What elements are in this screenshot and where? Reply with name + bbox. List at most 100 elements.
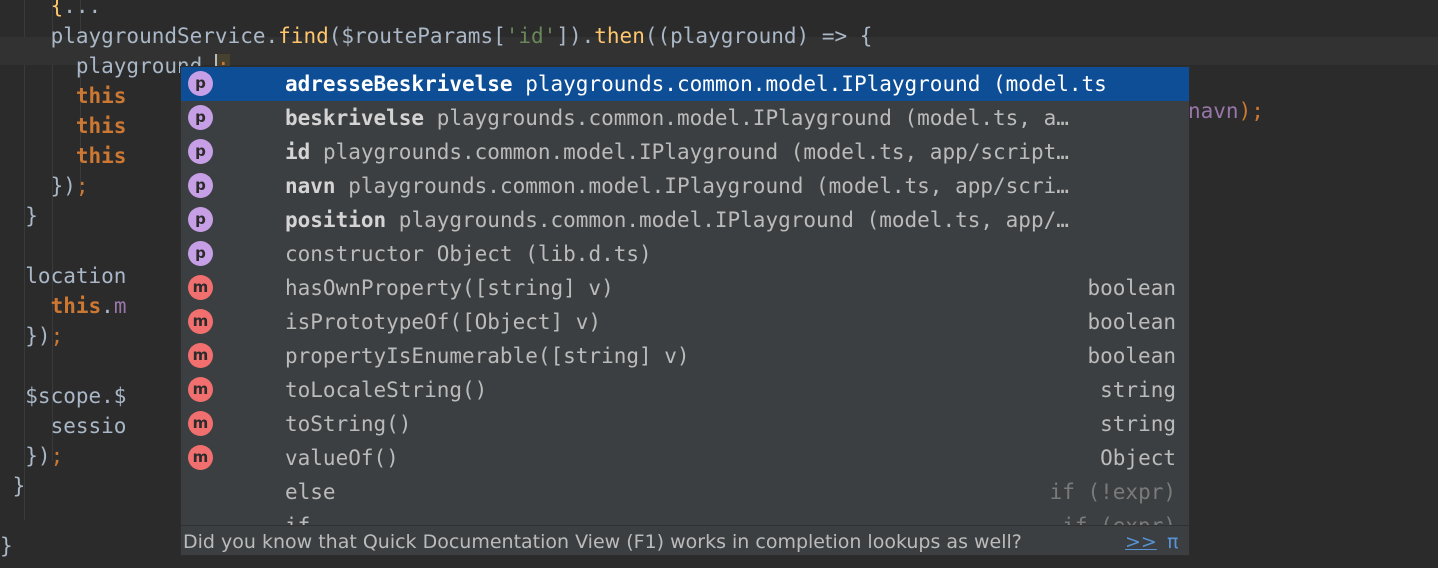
next-tip-link[interactable]: >> [1125, 526, 1157, 555]
footer-tip-text: Did you know that Quick Documentation Vi… [183, 531, 1022, 553]
code-token: this [0, 144, 127, 168]
completion-item[interactable]: p beskrivelse playgrounds.common.model.IP… [181, 101, 1189, 135]
completion-item-text: else [285, 475, 1175, 509]
completion-item[interactable]: m valueOf() Object [181, 441, 1189, 475]
completion-list[interactable]: p adresseBeskrivelse playgrounds.common.m… [181, 67, 1189, 525]
completion-item-detail: playgrounds.common.model.IPlayground (mo… [310, 140, 1069, 164]
property-icon: p [188, 71, 213, 96]
completion-item-name: if [285, 514, 310, 525]
code-line: } [0, 471, 26, 501]
completion-item[interactable]: p id playgrounds.common.model.IPlayground… [181, 135, 1189, 169]
code-token: m [113, 294, 127, 318]
code-token: then [594, 24, 645, 48]
code-token: ($routeParams[ [328, 24, 506, 48]
completion-item-name: id [285, 140, 311, 164]
completion-item-text: toLocaleString() [285, 373, 1175, 407]
code-token: }) [0, 324, 51, 348]
method-icon: m [188, 411, 213, 436]
completion-item[interactable]: m isPrototypeOf([Object] v) boolean [181, 305, 1189, 339]
completion-item-name: constructor [285, 242, 425, 266]
code-line: playgroundService.find($routeParams['id'… [0, 21, 873, 51]
completion-item-type: Object [1100, 446, 1176, 470]
completion-item-name: valueOf() [285, 446, 399, 470]
code-token: } [0, 204, 38, 228]
completion-item[interactable]: p adresseBeskrivelse playgrounds.common.m… [181, 67, 1189, 101]
completion-item[interactable]: if if (expr) [181, 509, 1189, 525]
code-token: }) [0, 174, 76, 198]
code-token: }) [0, 444, 51, 468]
code-token: ]). [556, 24, 595, 48]
method-icon: m [188, 445, 213, 470]
completion-item-text: valueOf() [285, 441, 1175, 475]
code-token: } [0, 534, 13, 558]
completion-popup[interactable]: p adresseBeskrivelse playgrounds.common.m… [180, 66, 1190, 556]
completion-item-name: toLocaleString() [285, 378, 488, 402]
code-line: this [0, 141, 127, 171]
completion-item[interactable]: m toLocaleString() string [181, 373, 1189, 407]
method-icon: m [188, 343, 213, 368]
completion-item[interactable]: p position playgrounds.common.model.IPlay… [181, 203, 1189, 237]
code-line: }); [0, 171, 89, 201]
code-line: } [0, 531, 13, 561]
code-line-overflow: navn); [1188, 99, 1264, 123]
completion-item-text: isPrototypeOf([Object] v) [285, 305, 1175, 339]
completion-item-detail: playgrounds.common.model.IPlayground (mo… [335, 174, 1069, 198]
completion-item[interactable]: p constructor Object (lib.d.ts) [181, 237, 1189, 271]
method-icon: m [188, 275, 213, 300]
code-line: $scope.$ [0, 381, 126, 411]
completion-item-name: navn [285, 174, 336, 198]
pi-icon[interactable]: π [1167, 526, 1178, 555]
completion-item[interactable]: m toString() string [181, 407, 1189, 441]
completion-item[interactable]: p navn playgrounds.common.model.IPlaygrou… [181, 169, 1189, 203]
completion-item-type: boolean [1087, 344, 1176, 368]
completion-item-type: if (!expr) [1049, 480, 1176, 504]
completion-item-text: constructor Object (lib.d.ts) [285, 237, 1189, 271]
code-line: }); [0, 441, 63, 471]
code-token: playgroundService. [0, 24, 279, 48]
completion-item-name: toString() [285, 412, 412, 436]
completion-item-name: beskrivelse [285, 106, 425, 130]
code-line: location [0, 261, 126, 291]
method-icon: m [188, 377, 213, 402]
completion-item-detail: playgrounds.common.model.IPlayground (mo… [424, 106, 1069, 130]
code-line: this [0, 81, 127, 111]
code-line: }); [0, 321, 63, 351]
completion-item-type: if (expr) [1062, 509, 1176, 525]
completion-item[interactable]: else if (!expr) [181, 475, 1189, 509]
completion-footer: Did you know that Quick Documentation Vi… [181, 525, 1189, 555]
completion-item-name: propertyIsEnumerable([string] v) [285, 344, 690, 368]
completion-item-type: boolean [1087, 310, 1176, 334]
completion-item-name: else [285, 480, 336, 504]
code-token: . [101, 294, 114, 318]
completion-item-type: string [1100, 412, 1176, 436]
completion-item[interactable]: m hasOwnProperty([string] v) boolean [181, 271, 1189, 305]
completion-item-text: beskrivelse playgrounds.common.model.IPl… [285, 101, 1189, 135]
completion-item-text: navn playgrounds.common.model.IPlaygroun… [285, 169, 1189, 203]
code-line: } [0, 201, 38, 231]
code-token: } [0, 474, 26, 498]
code-token: this [0, 84, 127, 108]
completion-item-text: adresseBeskrivelse playgrounds.common.mo… [285, 67, 1189, 101]
code-token: this [0, 114, 127, 138]
code-token: ... [63, 0, 102, 18]
completion-item-text: propertyIsEnumerable([string] v) [285, 339, 1175, 373]
completion-item-name: isPrototypeOf([Object] v) [285, 310, 602, 334]
completion-item-text: hasOwnProperty([string] v) [285, 271, 1175, 305]
property-icon: p [188, 105, 213, 130]
method-icon: m [188, 309, 213, 334]
completion-item-name: hasOwnProperty([string] v) [285, 276, 614, 300]
code-line: this [0, 111, 127, 141]
completion-item-type: boolean [1087, 276, 1176, 300]
completion-item-detail: Object (lib.d.ts) [424, 242, 652, 266]
completion-item-detail: playgrounds.common.model.IPlayground (mo… [386, 208, 1069, 232]
code-token: location [0, 264, 127, 288]
completion-item[interactable]: m propertyIsEnumerable([string] v) boolean [181, 339, 1189, 373]
code-token: ((playground) => { [644, 24, 873, 48]
property-icon: p [188, 139, 213, 164]
completion-item-text: if [285, 509, 1175, 525]
completion-item-text: position playgrounds.common.model.IPlayg… [285, 203, 1189, 237]
code-token: ; [75, 174, 89, 198]
completion-item-name: adresseBeskrivelse [285, 72, 513, 96]
code-line: sessio [0, 411, 127, 441]
